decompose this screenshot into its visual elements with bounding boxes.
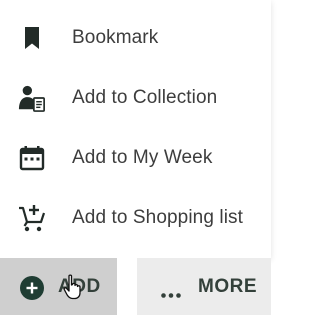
more-button-label: MORE xyxy=(198,275,257,297)
more-button[interactable]: MORE xyxy=(137,258,271,315)
cart-plus-icon xyxy=(18,204,46,232)
menu-item-add-to-my-week[interactable]: Add to My Week xyxy=(0,128,271,188)
calendar-icon xyxy=(18,144,46,172)
bookmark-icon xyxy=(18,24,46,52)
menu-item-label: Bookmark xyxy=(72,27,159,48)
collection-user-icon xyxy=(18,84,46,112)
menu-item-add-to-collection[interactable]: Add to Collection xyxy=(0,68,271,128)
add-circle-icon xyxy=(20,276,44,300)
actions-menu: Bookmark Add to Collection Add to My Wee… xyxy=(0,0,271,258)
menu-item-label: Add to Shopping list xyxy=(72,207,244,228)
menu-item-label: Add to My Week xyxy=(72,147,213,168)
more-horizontal-icon xyxy=(161,285,181,303)
bottom-toolbar: ADD MORE xyxy=(0,258,271,315)
add-button[interactable]: ADD xyxy=(0,258,117,315)
menu-item-bookmark[interactable]: Bookmark xyxy=(0,8,271,68)
menu-item-label: Add to Collection xyxy=(72,87,218,108)
hand-pointer-cursor-icon xyxy=(63,274,83,305)
menu-item-add-to-shopping-list[interactable]: Add to Shopping list xyxy=(0,188,271,248)
